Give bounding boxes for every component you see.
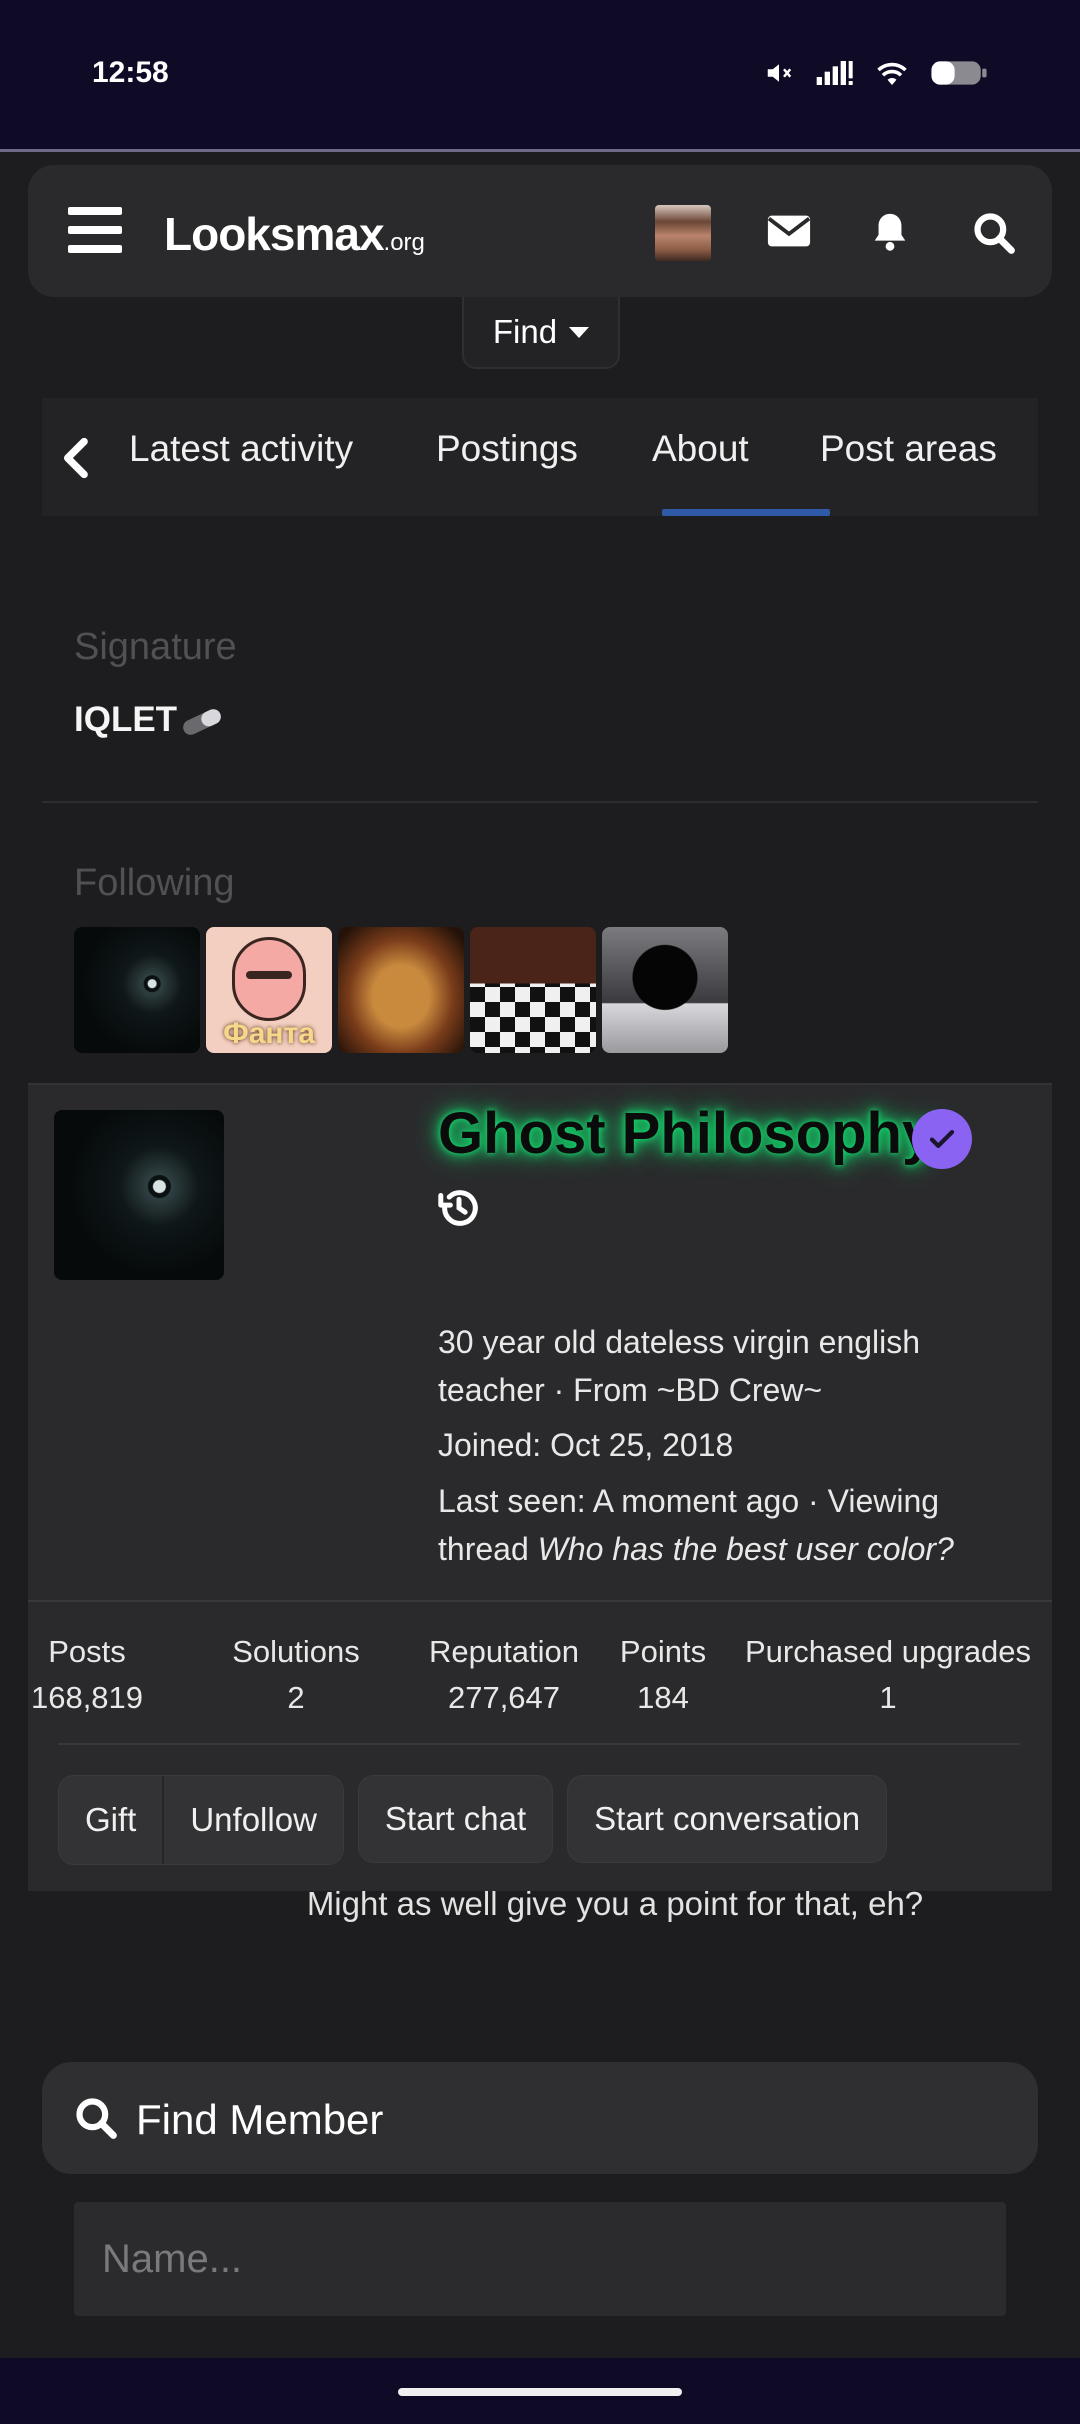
verified-badge-icon [912, 1109, 972, 1169]
stat-label: Points [619, 1634, 707, 1669]
status-bar: 12:58 [0, 0, 1080, 152]
member-card: Ghost Philosophy 30 year old dateless vi… [28, 1083, 1052, 1891]
mute-icon [767, 64, 792, 82]
last-seen: Last seen: A moment ago · Viewing thread… [438, 1477, 954, 1573]
follow-button-group: Gift Unfollow [58, 1775, 344, 1865]
status-icons [764, 58, 988, 88]
signature-value: IQLET [74, 700, 178, 739]
history-icon[interactable] [436, 1185, 482, 1231]
unfollow-button[interactable]: Unfollow [162, 1776, 343, 1864]
logo-text: Looksmax [164, 208, 385, 260]
signature-text: IQLET [74, 700, 227, 740]
followed-avatar[interactable] [338, 927, 464, 1053]
signal-icon [816, 61, 853, 85]
stat-value: 2 [287, 1680, 305, 1715]
member-name-input[interactable] [74, 2202, 1006, 2316]
stat-value: 277,647 [447, 1680, 561, 1715]
profile-avatar[interactable] [54, 1110, 224, 1280]
followed-avatar[interactable] [602, 927, 728, 1053]
system-nav-bar [0, 2358, 1080, 2424]
account-avatar[interactable] [655, 205, 711, 261]
pill-icon [183, 708, 221, 735]
site-logo[interactable]: Looksmax.org [164, 207, 425, 261]
find-member-title: Find Member [136, 2096, 384, 2143]
blurb-line: teacher · From ~BD Crew~ [438, 1372, 823, 1408]
tab-about[interactable]: About [652, 428, 749, 470]
username[interactable]: Ghost Philosophy [438, 1100, 934, 1167]
caret-down-icon [569, 326, 590, 338]
member-actions: Gift Unfollow Start chat Start conversat… [58, 1775, 888, 1865]
profile-tabs: Latest activity Postings About Post area… [42, 398, 1038, 516]
find-label: Find [492, 313, 558, 350]
avatar-caption: Фанта [223, 1017, 315, 1050]
start-chat-button[interactable]: Start chat [357, 1775, 554, 1863]
stat-purchased-upgrades[interactable]: Purchased upgrades 1 [733, 1629, 1043, 1721]
chevron-left-icon[interactable] [58, 436, 92, 480]
search-icon [76, 2098, 117, 2139]
last-seen-prefix: thread [438, 1531, 538, 1567]
stat-value: 1 [879, 1680, 897, 1715]
stat-reputation[interactable]: Reputation 277,647 [396, 1629, 612, 1721]
status-time: 12:58 [92, 56, 169, 89]
site-header: Looksmax.org [28, 165, 1052, 297]
logo-suffix: .org [383, 229, 425, 256]
stat-value: 184 [637, 1680, 689, 1715]
stat-points[interactable]: Points 184 [588, 1629, 738, 1721]
battery-icon [931, 61, 987, 85]
card-divider [58, 1743, 1020, 1745]
stat-label: Reputation [429, 1634, 579, 1669]
following-heading: Following [74, 862, 235, 904]
wifi-icon [877, 62, 907, 85]
menu-icon[interactable] [68, 207, 122, 253]
stat-label: Posts [48, 1634, 126, 1669]
search-icon[interactable] [972, 211, 1016, 255]
bell-icon[interactable] [870, 211, 910, 253]
find-dropdown[interactable]: Find [462, 297, 620, 369]
tab-postings[interactable]: Postings [436, 428, 578, 470]
signature-heading: Signature [74, 626, 237, 668]
card-divider [28, 1600, 1052, 1602]
last-seen-line: Last seen: A moment ago · Viewing [438, 1483, 940, 1519]
section-divider [42, 801, 1038, 803]
tab-post-areas[interactable]: Post areas [820, 428, 997, 470]
stat-posts[interactable]: Posts 168,819 [28, 1629, 146, 1721]
followed-avatar[interactable] [470, 927, 596, 1053]
blurb-line: 30 year old dateless virgin english [438, 1324, 921, 1360]
find-member-header: Find Member [42, 2062, 1038, 2174]
stat-label: Purchased upgrades [744, 1634, 1032, 1669]
stat-label: Solutions [232, 1634, 360, 1669]
gift-button[interactable]: Gift [59, 1776, 163, 1864]
last-seen-thread-link[interactable]: Who has the best user color? [538, 1531, 954, 1567]
start-conversation-button[interactable]: Start conversation [567, 1775, 888, 1863]
stat-value: 168,819 [30, 1680, 144, 1715]
home-indicator[interactable] [398, 2388, 682, 2396]
stat-solutions[interactable]: Solutions 2 [216, 1629, 376, 1721]
point-message: Might as well give you a point for that,… [306, 1885, 924, 1922]
following-list: Фанта [74, 927, 728, 1053]
joined-date: Joined: Oct 25, 2018 [438, 1427, 734, 1463]
active-tab-indicator [662, 509, 830, 516]
followed-avatar[interactable] [74, 927, 200, 1053]
tab-latest-activity[interactable]: Latest activity [129, 428, 353, 470]
member-blurb: 30 year old dateless virgin english teac… [438, 1318, 920, 1414]
envelope-icon[interactable] [766, 211, 812, 251]
followed-avatar[interactable]: Фанта [206, 927, 332, 1053]
